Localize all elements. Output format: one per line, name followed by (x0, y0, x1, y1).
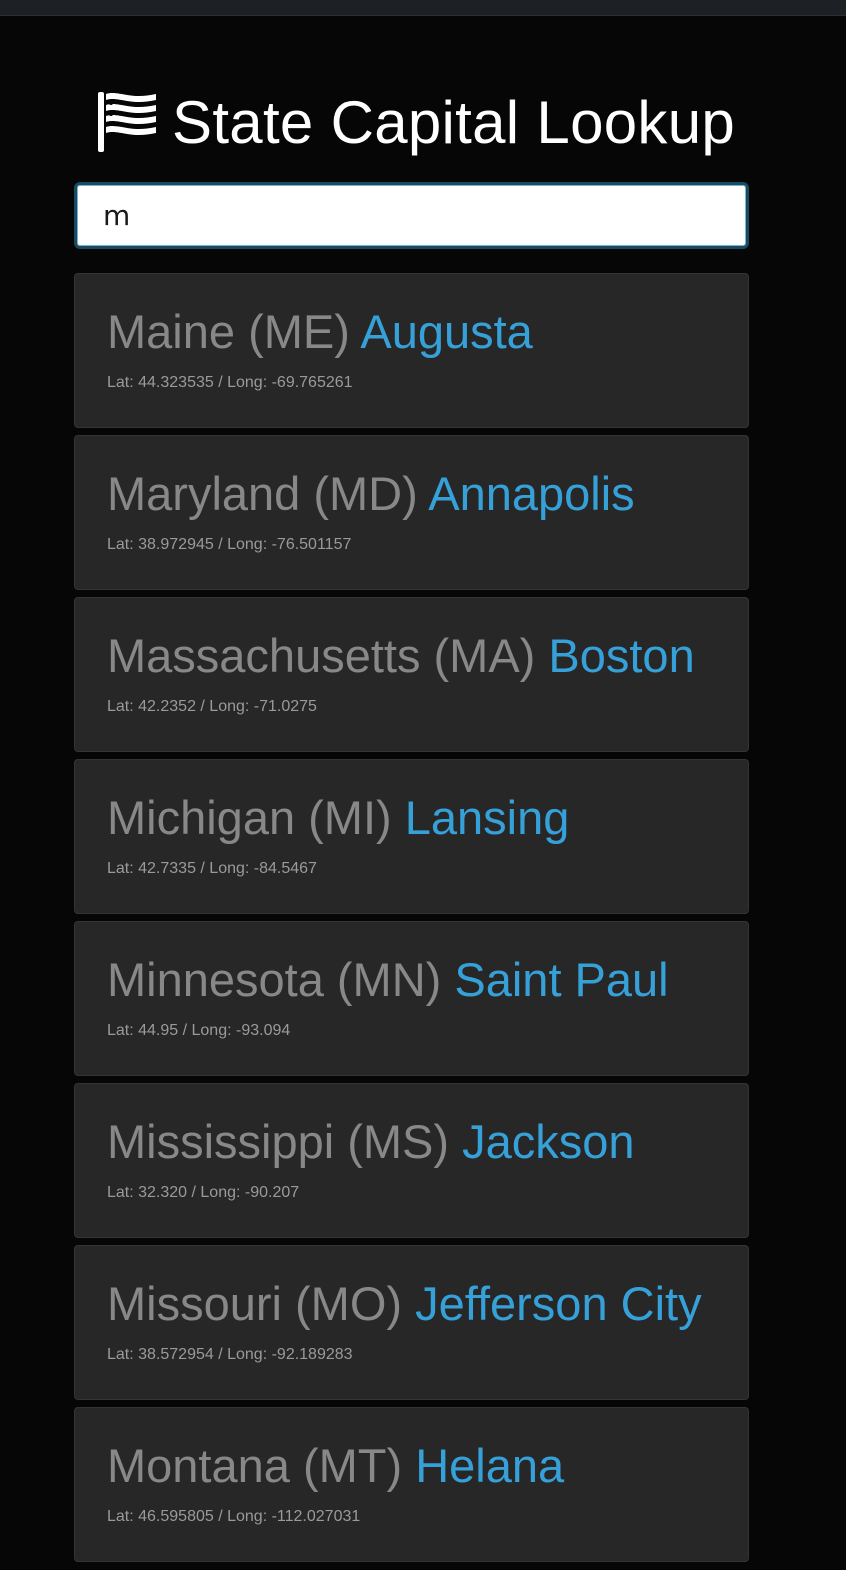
result-heading: Michigan (MI) Lansing (107, 790, 718, 846)
state-name: Minnesota (MN) (107, 953, 442, 1006)
result-heading: Montana (MT) Helana (107, 1438, 718, 1494)
result-card[interactable]: Minnesota (MN) Saint Paul Lat: 44.95 / L… (74, 921, 749, 1076)
result-heading: Maryland (MD) Annapolis (107, 466, 718, 522)
capital-name: Jefferson City (415, 1277, 702, 1330)
state-name: Mississippi (MS) (107, 1115, 450, 1168)
coordinates: Lat: 46.595805 / Long: -112.027031 (107, 1508, 361, 1525)
flag-icon (98, 92, 156, 152)
search-input[interactable] (74, 182, 749, 249)
result-card[interactable]: Maryland (MD) Annapolis Lat: 38.972945 /… (74, 435, 749, 590)
results-list: Maine (ME) Augusta Lat: 44.323535 / Long… (74, 273, 749, 1562)
coordinates: Lat: 44.323535 / Long: -69.765261 (107, 374, 353, 391)
capital-name: Boston (548, 629, 695, 682)
coordinates: Lat: 38.972945 / Long: -76.501157 (107, 536, 352, 553)
result-card[interactable]: Montana (MT) Helana Lat: 46.595805 / Lon… (74, 1407, 749, 1562)
coordinates: Lat: 42.7335 / Long: -84.5467 (107, 860, 317, 877)
result-card[interactable]: Mississippi (MS) Jackson Lat: 32.320 / L… (74, 1083, 749, 1238)
result-card[interactable]: Missouri (MO) Jefferson City Lat: 38.572… (74, 1245, 749, 1400)
page-title-text: State Capital Lookup (172, 88, 736, 156)
coordinates: Lat: 42.2352 / Long: -71.0275 (107, 698, 317, 715)
state-name: Missouri (MO) (107, 1277, 403, 1330)
capital-name: Augusta (360, 305, 533, 358)
state-name: Massachusetts (MA) (107, 629, 536, 682)
result-heading: Mississippi (MS) Jackson (107, 1114, 718, 1170)
capital-name: Annapolis (428, 467, 635, 520)
state-name: Maine (ME) (107, 305, 350, 358)
coordinates: Lat: 38.572954 / Long: -92.189283 (107, 1346, 353, 1363)
state-name: Michigan (MI) (107, 791, 392, 844)
state-name: Montana (MT) (107, 1439, 403, 1492)
result-card[interactable]: Maine (ME) Augusta Lat: 44.323535 / Long… (74, 273, 749, 428)
page-title: State Capital Lookup (96, 84, 749, 160)
capital-name: Helana (415, 1439, 565, 1492)
result-card[interactable]: Massachusetts (MA) Boston Lat: 42.2352 /… (74, 597, 749, 752)
app-container: State Capital Lookup Maine (ME) Augusta … (74, 84, 749, 1569)
capital-name: Jackson (462, 1115, 635, 1168)
coordinates: Lat: 32.320 / Long: -90.207 (107, 1184, 300, 1201)
browser-top-bar (0, 0, 846, 16)
result-heading: Massachusetts (MA) Boston (107, 628, 718, 684)
result-card[interactable]: Michigan (MI) Lansing Lat: 42.7335 / Lon… (74, 759, 749, 914)
result-heading: Maine (ME) Augusta (107, 304, 718, 360)
result-heading: Minnesota (MN) Saint Paul (107, 952, 718, 1008)
coordinates: Lat: 44.95 / Long: -93.094 (107, 1022, 291, 1039)
state-name: Maryland (MD) (107, 467, 418, 520)
capital-name: Saint Paul (454, 953, 669, 1006)
capital-name: Lansing (404, 791, 570, 844)
result-heading: Missouri (MO) Jefferson City (107, 1276, 718, 1332)
